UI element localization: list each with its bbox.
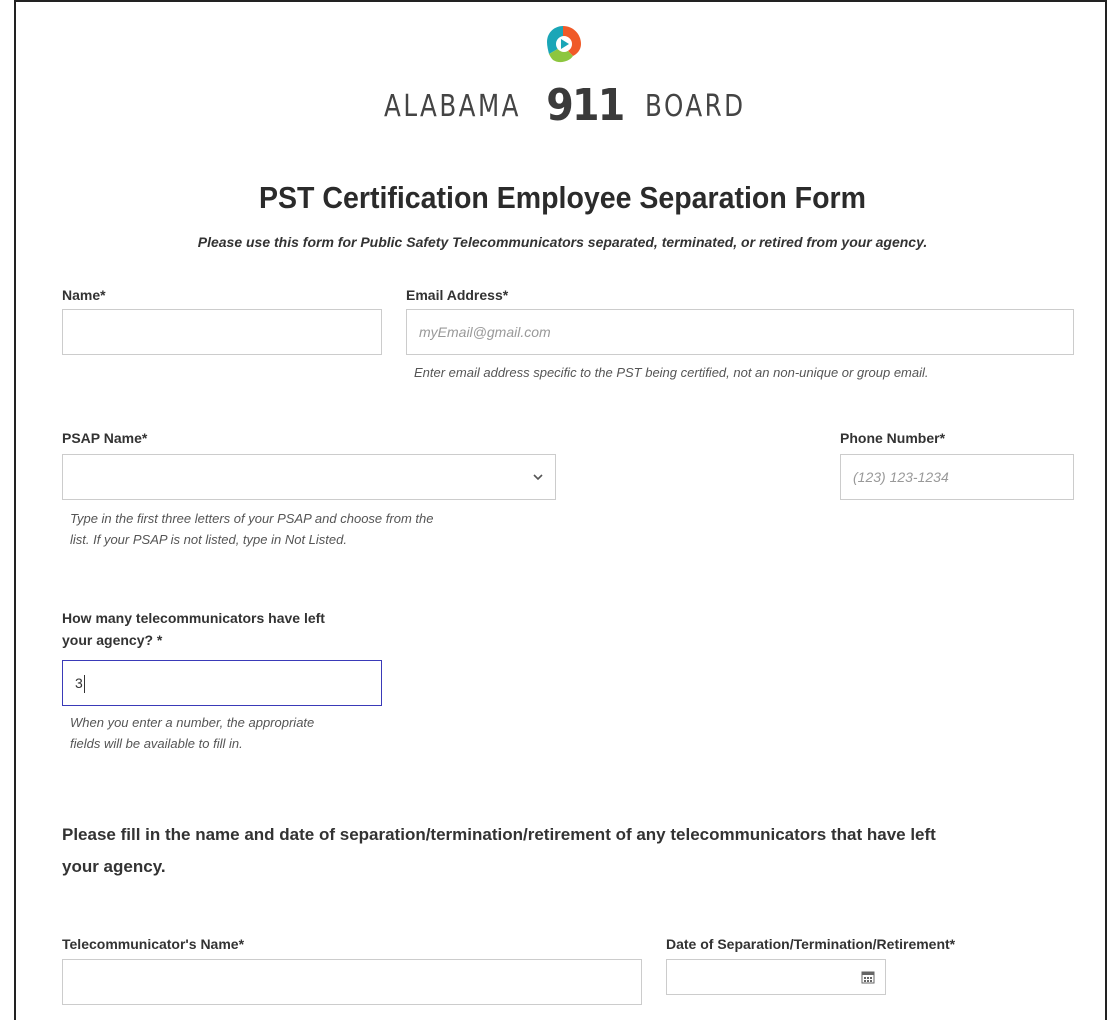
page-title: PST Certification Employee Separation Fo… bbox=[259, 180, 866, 215]
separation-date-label: Date of Separation/Termination/Retiremen… bbox=[666, 936, 956, 952]
telecommunicator-name-input[interactable] bbox=[62, 959, 642, 1005]
name-label: Name* bbox=[62, 287, 106, 303]
count-input[interactable]: 3 bbox=[62, 660, 382, 706]
page-subtitle: Please use this form for Public Safety T… bbox=[197, 234, 928, 250]
count-label-line1: How many telecommunicators have left bbox=[62, 610, 325, 626]
separation-date-input[interactable] bbox=[666, 959, 886, 995]
phone-label: Phone Number* bbox=[840, 430, 946, 446]
chevron-down-icon[interactable] bbox=[531, 470, 545, 484]
count-help-line2: fields will be available to fill in. bbox=[70, 736, 243, 751]
section-instructions-line2: your agency. bbox=[62, 857, 166, 876]
logo-number: 911 bbox=[546, 80, 625, 131]
section-instructions-line1: Please fill in the name and date of sepa… bbox=[62, 825, 936, 844]
text-cursor bbox=[83, 675, 85, 694]
psap-label: PSAP Name* bbox=[62, 430, 148, 446]
psap-help-line2: list. If your PSAP is not listed, type i… bbox=[70, 532, 347, 547]
email-help-text: Enter email address specific to the PST … bbox=[414, 365, 929, 380]
logo-mark-icon bbox=[546, 26, 581, 63]
logo-word-right: BOARD bbox=[644, 88, 746, 124]
name-input[interactable] bbox=[62, 309, 382, 355]
psap-select[interactable] bbox=[62, 454, 556, 500]
form-frame: ALABAMA 911 BOARD PST Certification Empl… bbox=[14, 0, 1107, 1020]
email-label: Email Address* bbox=[406, 287, 509, 303]
telecommunicator-name-label: Telecommunicator's Name* bbox=[62, 936, 245, 952]
email-input[interactable]: myEmail@gmail.com bbox=[406, 309, 1074, 355]
count-label-line2: your agency? * bbox=[62, 632, 163, 648]
logo-word-left: ALABAMA bbox=[383, 88, 521, 124]
phone-input[interactable]: (123) 123-1234 bbox=[840, 454, 1074, 500]
calendar-icon[interactable] bbox=[861, 970, 875, 984]
alabama-911-board-logo: ALABAMA 911 BOARD bbox=[16, 20, 1109, 128]
psap-help-line1: Type in the first three letters of your … bbox=[70, 511, 434, 526]
count-input-value: 3 bbox=[75, 675, 83, 691]
count-help-line1: When you enter a number, the appropriate bbox=[70, 715, 315, 730]
